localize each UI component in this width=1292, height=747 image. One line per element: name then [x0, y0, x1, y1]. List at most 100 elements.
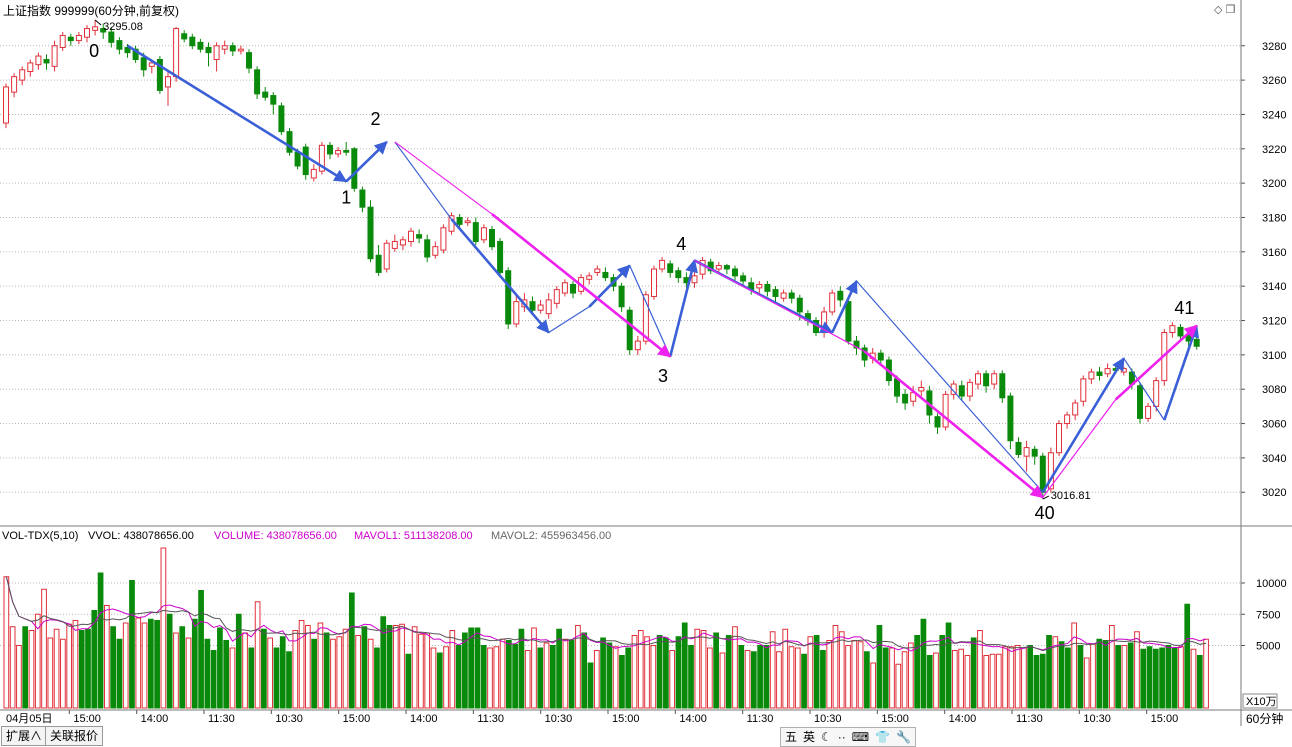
candle-body [189, 36, 196, 47]
candle-body [1072, 402, 1079, 416]
volume-bar [179, 626, 186, 709]
volume-bar [807, 636, 814, 709]
volume-bar [1021, 647, 1027, 709]
ime-english-icon[interactable]: 英 [803, 728, 815, 746]
candle-body [561, 282, 568, 294]
volume-bar [455, 645, 462, 709]
volume-bar [556, 628, 562, 709]
candle-body [205, 46, 212, 54]
candle-body [934, 416, 941, 428]
volume-bar [1014, 645, 1021, 709]
candle-body [675, 270, 682, 279]
candle-body [651, 268, 657, 297]
restore-icon[interactable]: ❐ [1226, 4, 1236, 16]
candle-body [740, 275, 747, 282]
candle-body [602, 271, 609, 279]
volume-bar [235, 613, 242, 709]
diamond-icon[interactable]: ◇ [1214, 4, 1222, 16]
candle-body [75, 34, 82, 42]
candle-body [918, 386, 925, 392]
volume-bar [1196, 655, 1203, 709]
volume-bar [430, 647, 437, 709]
candle-body [586, 275, 593, 280]
volume-bar [3, 576, 10, 709]
candle-body [383, 242, 390, 270]
price-tick-label: 3180 [1262, 212, 1286, 224]
price-tick-label: 3240 [1262, 109, 1286, 121]
price-tick-label: 3160 [1262, 247, 1286, 259]
ime-moon-icon[interactable]: ☾ [821, 728, 832, 746]
ime-settings-icon[interactable]: 🔧 [896, 728, 911, 746]
candle-body [351, 148, 358, 189]
kline-chart[interactable]: 3020304030603080310031203140316031803200… [0, 0, 1292, 746]
time-tick-label: 11:30 [477, 713, 504, 725]
volume-bar [882, 647, 889, 709]
volume-bar [1165, 645, 1172, 709]
tab-expand[interactable]: 扩展∧ [1, 726, 48, 746]
volume-bar [405, 653, 412, 709]
volume-bar [838, 631, 845, 709]
candle-body [764, 283, 771, 292]
ime-punct-icon[interactable]: ·· [838, 728, 846, 746]
candle-body [51, 45, 58, 67]
candle-body [27, 62, 34, 73]
candle-body [43, 58, 50, 64]
volume-bar [392, 625, 399, 709]
volume-bar [1203, 638, 1209, 709]
candle-body [489, 229, 495, 248]
volume-bar [769, 631, 776, 709]
candle-body [723, 265, 730, 270]
volume-bar [788, 646, 795, 709]
candle-body [302, 146, 309, 176]
candle-body [1104, 368, 1111, 375]
ime-keyboard-icon[interactable]: ⌨ [852, 728, 869, 746]
high-value-label: 3295.08 [103, 21, 143, 33]
volume-bar [951, 650, 958, 709]
volume-bar [493, 646, 500, 709]
candle-body [116, 40, 123, 50]
candle-body [254, 69, 261, 95]
candle-body [975, 373, 981, 385]
wave-label: 3 [658, 366, 668, 386]
candle-body [618, 285, 625, 308]
candle-body [1007, 395, 1014, 442]
volume-bar [857, 641, 864, 709]
volume-bar [920, 618, 927, 709]
volume-bar [85, 628, 91, 709]
volume-bar [60, 638, 66, 709]
candle-body [553, 289, 560, 304]
volume-bar [889, 647, 895, 709]
volume-bar [656, 635, 663, 709]
candle-body [11, 76, 18, 93]
volume-bar [1090, 643, 1096, 709]
candle-body [732, 268, 738, 277]
candle-body [140, 57, 147, 71]
low-value-label: 3016.81 [1051, 490, 1091, 502]
volume-bar [1027, 645, 1034, 709]
candle-body [1145, 405, 1152, 419]
volume-label: VOLUME: 438078656.00 [214, 530, 337, 542]
volume-bar [1096, 638, 1103, 709]
volume-bar [694, 628, 701, 709]
ime-wubi-icon[interactable]: 五 [785, 728, 797, 746]
volume-bar [801, 653, 807, 709]
volume-bar [964, 655, 971, 709]
candle-body [505, 270, 512, 325]
candle-body [424, 239, 431, 258]
volume-bar [933, 652, 939, 709]
time-tick-label: 14:00 [679, 713, 707, 725]
candle-body [335, 150, 342, 155]
tab-related-quotes[interactable]: 关联报价 [45, 726, 104, 746]
candle-body [1177, 326, 1184, 337]
time-tick-label: 14:00 [141, 713, 169, 725]
volume-bar [725, 635, 732, 709]
volume-bar [330, 638, 336, 709]
volume-bar [348, 592, 355, 709]
volume-bar [78, 630, 85, 709]
candle-body [35, 55, 42, 66]
volume-bar [436, 652, 443, 709]
ime-skin-icon[interactable]: 👕 [875, 728, 890, 746]
volume-bar [663, 637, 669, 709]
volume-bar [22, 626, 29, 709]
candle-body [529, 301, 536, 311]
